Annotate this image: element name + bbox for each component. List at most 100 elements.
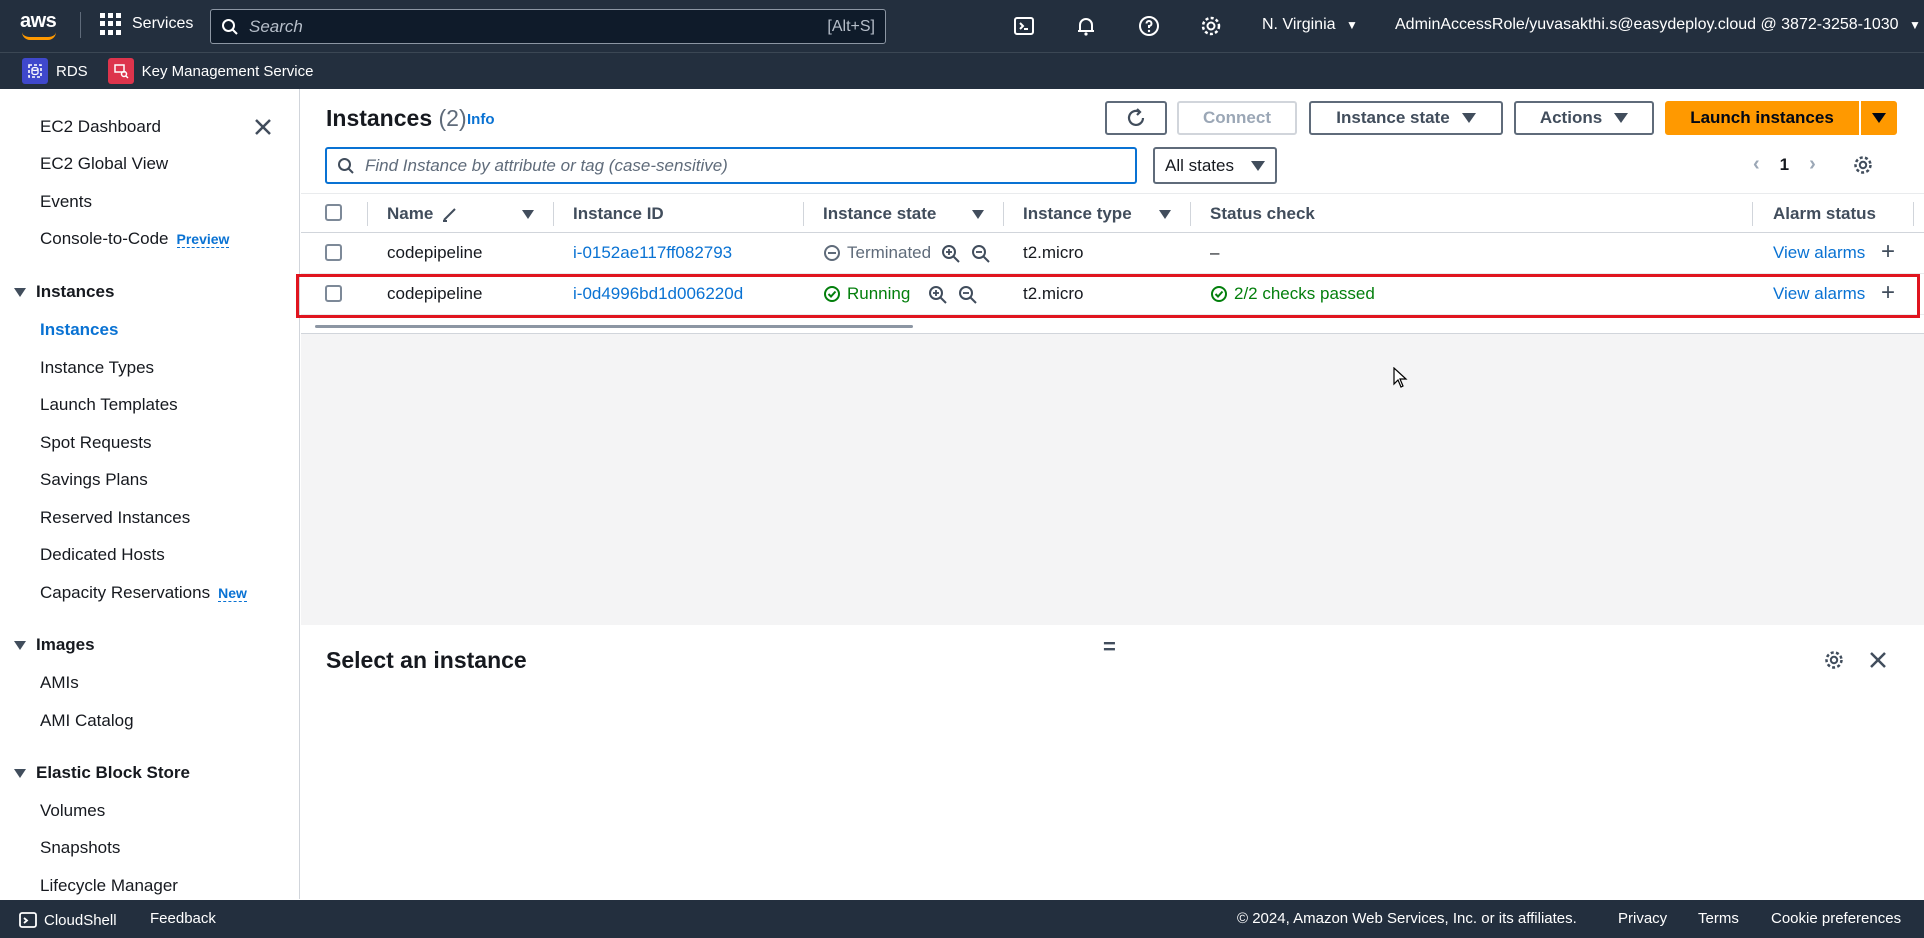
sidebar-item-savings-plans[interactable]: Savings Plans <box>40 470 148 490</box>
sidebar-section-elastic-block-store[interactable]: Elastic Block Store <box>14 763 190 783</box>
instance-type: t2.micro <box>1023 243 1084 262</box>
table-header: Name Instance ID Instance state Instance… <box>301 193 1924 233</box>
sidebar-item-volumes[interactable]: Volumes <box>40 801 105 821</box>
column-separator <box>803 202 804 226</box>
column-header-alarm-status[interactable]: Alarm status <box>1773 204 1876 224</box>
terms-link[interactable]: Terms <box>1698 910 1739 927</box>
sidebar-item-launch-templates[interactable]: Launch Templates <box>40 395 178 415</box>
instance-state-cell: Terminated <box>823 243 931 263</box>
gear-icon[interactable] <box>1199 14 1223 38</box>
chevron-left-icon[interactable]: ‹ <box>1753 153 1760 176</box>
bell-icon[interactable] <box>1074 14 1098 38</box>
search-input[interactable]: Search [Alt+S] <box>210 9 886 44</box>
instance-state-button[interactable]: Instance state <box>1309 101 1503 135</box>
add-icon[interactable]: + <box>1881 238 1895 266</box>
sidebar-item-snapshots[interactable]: Snapshots <box>40 838 120 858</box>
aws-smile-icon <box>22 32 56 40</box>
cookie-preferences-link[interactable]: Cookie preferences <box>1771 910 1901 927</box>
view-alarms-link[interactable]: View alarms <box>1773 243 1865 263</box>
help-icon[interactable] <box>1137 14 1161 38</box>
region-label: N. Virginia <box>1262 16 1336 33</box>
sidebar-item-spot-requests[interactable]: Spot Requests <box>40 433 152 453</box>
sidebar-item-console-to-code[interactable]: Console-to-Code Preview <box>40 229 230 249</box>
highlight-box <box>296 274 1920 318</box>
zoom-out-icon[interactable] <box>971 244 991 264</box>
launch-instances-button[interactable]: Launch instances <box>1665 101 1859 135</box>
mouse-cursor-icon <box>1393 367 1408 388</box>
column-header-status-check[interactable]: Status check <box>1210 204 1315 224</box>
horizontal-scrollbar[interactable] <box>315 325 913 328</box>
privacy-link[interactable]: Privacy <box>1618 910 1667 927</box>
close-icon[interactable] <box>252 116 274 138</box>
favorite-kms[interactable]: Key Management Service <box>107 58 313 84</box>
column-separator <box>1003 202 1004 226</box>
refresh-button[interactable] <box>1105 101 1167 135</box>
panel-resize-handle[interactable]: = <box>1103 634 1116 660</box>
caret-down-icon <box>14 768 26 778</box>
aws-logo-text: aws <box>20 10 57 32</box>
favorite-rds[interactable]: RDS <box>22 58 88 84</box>
column-header-instance-type[interactable]: Instance type <box>1023 204 1132 224</box>
sidebar-item-reserved-instances[interactable]: Reserved Instances <box>40 508 190 528</box>
sort-icon[interactable] <box>522 210 534 219</box>
footer: CloudShell Feedback © 2024, Amazon Web S… <box>0 900 1924 938</box>
aws-logo[interactable]: aws <box>20 10 62 40</box>
preview-badge[interactable]: Preview <box>176 231 230 248</box>
table-row[interactable]: codepipeline i-0152ae117ff082793 Termina… <box>301 233 1924 274</box>
sidebar-section-images[interactable]: Images <box>14 635 95 655</box>
chevron-right-icon[interactable]: › <box>1809 153 1816 176</box>
column-label: Name <box>387 204 434 223</box>
search-placeholder: Search <box>249 16 303 36</box>
column-separator <box>553 202 554 226</box>
sidebar-item-amis[interactable]: AMIs <box>40 673 79 693</box>
search-shortcut: [Alt+S] <box>827 17 875 35</box>
sidebar-item-ec2-dashboard[interactable]: EC2 Dashboard <box>40 117 161 137</box>
sidebar-item-events[interactable]: Events <box>40 192 92 212</box>
sidebar-item-dedicated-hosts[interactable]: Dedicated Hosts <box>40 545 165 565</box>
caret-down-icon: ▼ <box>1909 18 1921 32</box>
gear-icon[interactable] <box>1852 154 1874 176</box>
sidebar-item-instances[interactable]: Instances <box>40 320 118 340</box>
account-label: AdminAccessRole/yuvasakthi.s@easydeploy.… <box>1395 16 1899 33</box>
sort-icon[interactable] <box>1159 210 1171 219</box>
connect-button[interactable]: Connect <box>1177 101 1297 135</box>
column-header-instance-state[interactable]: Instance state <box>823 204 936 224</box>
column-separator <box>1913 202 1914 226</box>
cloudshell-icon[interactable] <box>1012 14 1036 38</box>
launch-instances-dropdown[interactable] <box>1861 101 1897 135</box>
row-checkbox[interactable] <box>325 244 342 261</box>
sidebar-item-capacity-reservations[interactable]: Capacity Reservations New <box>40 583 247 603</box>
select-all-checkbox[interactable] <box>325 204 342 221</box>
gear-icon[interactable] <box>1823 649 1845 671</box>
page-number[interactable]: 1 <box>1780 155 1789 175</box>
cloudshell-button[interactable]: CloudShell <box>18 910 117 930</box>
find-instance-input[interactable]: Find Instance by attribute or tag (case-… <box>325 147 1137 184</box>
feedback-link[interactable]: Feedback <box>150 910 216 927</box>
detail-panel-title: Select an instance <box>326 647 527 673</box>
account-menu[interactable]: AdminAccessRole/yuvasakthi.s@easydeploy.… <box>1395 16 1921 34</box>
column-header-instance-id[interactable]: Instance ID <box>573 204 664 224</box>
page-title: Instances (2) <box>326 105 467 132</box>
sort-icon[interactable] <box>972 210 984 219</box>
column-header-name[interactable]: Name <box>387 204 459 224</box>
close-icon[interactable] <box>1867 649 1889 671</box>
instance-id-link[interactable]: i-0152ae117ff082793 <box>573 243 732 263</box>
sidebar-section-instances[interactable]: Instances <box>14 282 114 302</box>
instance-state-label: Instance state <box>1336 108 1450 127</box>
info-link[interactable]: Info <box>467 111 495 128</box>
services-menu-button[interactable]: Services <box>100 13 193 35</box>
sidebar-item-ec2-global-view[interactable]: EC2 Global View <box>40 154 168 174</box>
caret-down-icon <box>1461 113 1476 123</box>
sidebar-section-title: Instances <box>36 282 115 301</box>
actions-button[interactable]: Actions <box>1514 101 1654 135</box>
zoom-in-icon[interactable] <box>941 244 961 264</box>
state-filter-select[interactable]: All states <box>1153 147 1277 184</box>
sidebar-item-ami-catalog[interactable]: AMI Catalog <box>40 711 134 731</box>
sidebar-section-title: Images <box>36 635 95 654</box>
sidebar-item-lifecycle-manager[interactable]: Lifecycle Manager <box>40 876 178 896</box>
instance-state-label: Terminated <box>847 243 932 262</box>
top-navigation: aws Services Search [Alt+S] N. Virginia … <box>0 0 1924 52</box>
stopped-icon <box>824 245 840 261</box>
sidebar-item-instance-types[interactable]: Instance Types <box>40 358 154 378</box>
region-selector[interactable]: N. Virginia ▼ <box>1262 16 1358 34</box>
